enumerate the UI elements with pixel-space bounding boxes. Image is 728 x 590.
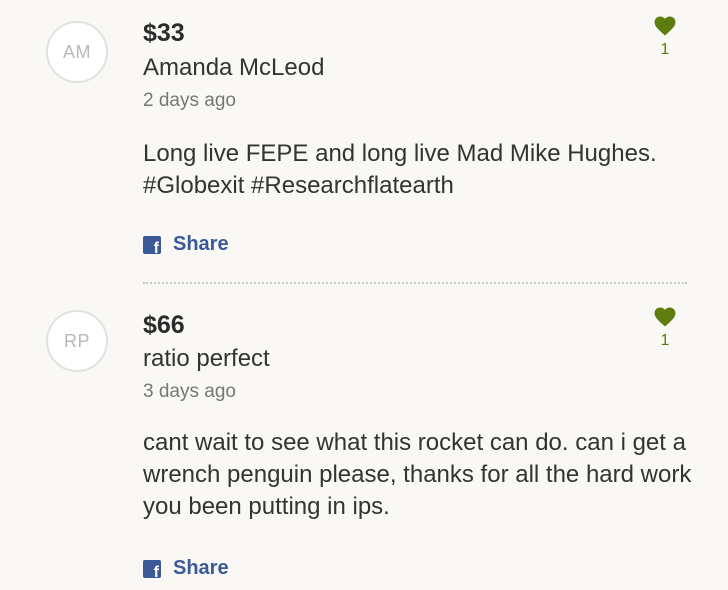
- avatar: RP: [46, 310, 108, 372]
- donation-timestamp: 2 days ago: [143, 90, 236, 111]
- heart-icon: [650, 307, 680, 327]
- donation-comment: cant wait to see what this rocket can do…: [143, 429, 692, 520]
- like-count: 1: [660, 41, 670, 58]
- donation-comment: Long live FEPE and long live Mad Mike Hu…: [143, 140, 657, 199]
- heart-icon: [650, 16, 680, 36]
- donor-name: Amanda McLeod: [143, 54, 325, 81]
- donation-timestamp: 3 days ago: [143, 381, 236, 402]
- like-count: 1: [660, 332, 670, 349]
- facebook-icon: f: [143, 235, 161, 254]
- share-label: Share: [173, 233, 229, 255]
- share-label: Share: [173, 557, 229, 579]
- like-button[interactable]: 1: [650, 307, 680, 350]
- donation-item: AM $33 Amanda McLeod 2 days ago Long liv…: [0, 0, 728, 283]
- share-button[interactable]: f Share: [143, 557, 229, 580]
- share-button[interactable]: f Share: [143, 233, 229, 256]
- donor-name: ratio perfect: [143, 345, 270, 372]
- donation-amount: $66: [143, 311, 185, 339]
- donation-amount: $33: [143, 19, 185, 47]
- avatar: AM: [46, 21, 108, 83]
- like-button[interactable]: 1: [650, 16, 680, 59]
- facebook-icon: f: [143, 559, 161, 578]
- donation-item: RP $66 ratio perfect 3 days ago cant wai…: [0, 283, 728, 590]
